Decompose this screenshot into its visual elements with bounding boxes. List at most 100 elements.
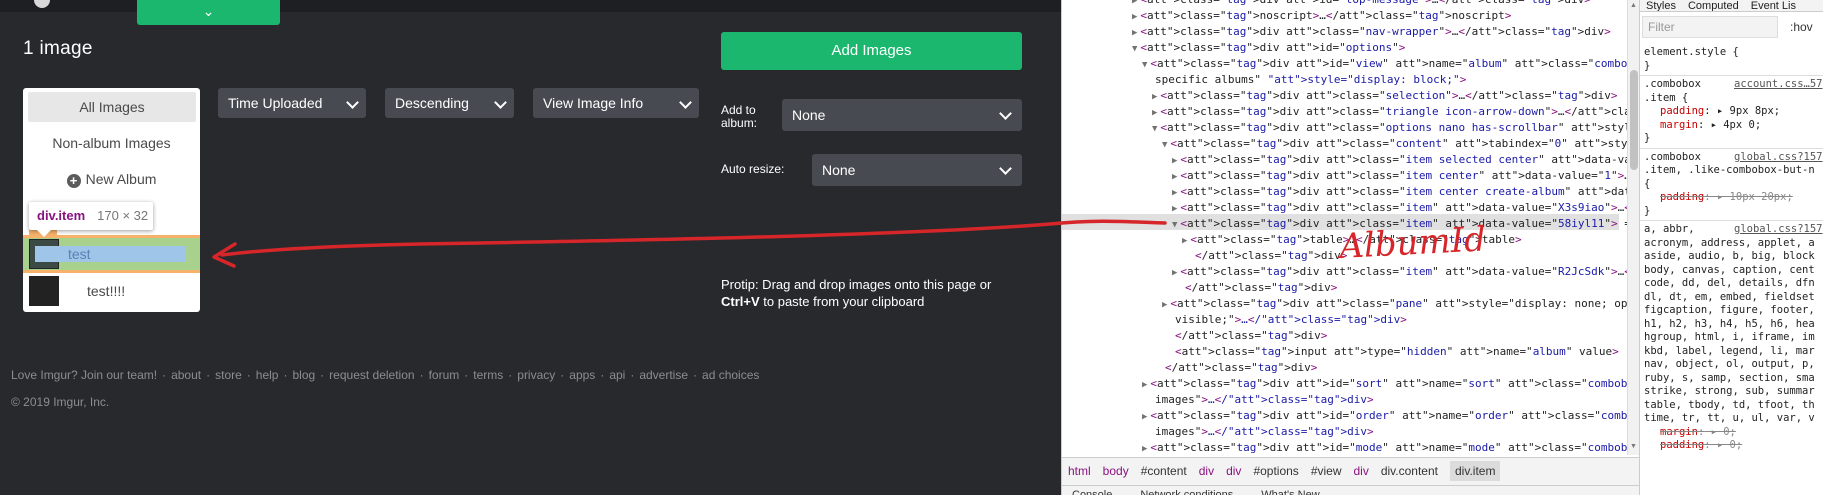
- css-value[interactable]: ▸ 0;: [1704, 426, 1736, 438]
- dom-node-line[interactable]: specific albums" "att">style="display: b…: [1155, 72, 1466, 88]
- dom-node-line[interactable]: ▶ <att">class="tag">div att">id="order" a…: [1142, 408, 1627, 424]
- styles-tab[interactable]: Computed: [1682, 0, 1745, 11]
- css-property[interactable]: padding: [1660, 191, 1704, 203]
- dom-node-line[interactable]: ▶ <att">class="tag">div att">class="nav-w…: [1132, 24, 1611, 40]
- dom-node-line[interactable]: ▼ <att">class="tag">div att">id="options"…: [1132, 40, 1405, 56]
- expand-triangle-icon[interactable]: ▶: [1142, 444, 1147, 454]
- collapse-triangle-icon[interactable]: ▼: [1132, 44, 1137, 54]
- dom-node-line[interactable]: </att">class="tag">div>: [1165, 360, 1317, 376]
- footer-link[interactable]: apps: [569, 368, 595, 382]
- drawer-tab[interactable]: Network conditions: [1140, 489, 1233, 495]
- drawer-tab[interactable]: Console: [1072, 489, 1112, 495]
- css-property[interactable]: margin: [1660, 426, 1698, 438]
- breadcrumb-item[interactable]: div.item: [1450, 461, 1501, 481]
- dom-node-line[interactable]: ▶ <att">class="tag">div att">class="trian…: [1152, 104, 1627, 120]
- css-value[interactable]: ▸ 9px 8px;: [1711, 105, 1780, 117]
- css-value[interactable]: ▸ 0;: [1711, 439, 1742, 451]
- dom-node-line[interactable]: </att">class="tag">div>: [1195, 248, 1347, 264]
- breadcrumb-item[interactable]: div: [1199, 464, 1214, 478]
- dom-node-line[interactable]: <att">class="tag">input att">type="hidde…: [1175, 344, 1619, 360]
- expand-triangle-icon[interactable]: ▶: [1132, 0, 1137, 6]
- expand-triangle-icon[interactable]: ▶: [1172, 188, 1177, 198]
- add-images-button[interactable]: Add Images: [721, 32, 1022, 70]
- footer-link[interactable]: terms: [473, 368, 503, 382]
- menu-item-all-images[interactable]: All Images: [28, 92, 196, 122]
- footer-link[interactable]: Love Imgur? Join our team!: [11, 368, 157, 382]
- dom-node-line[interactable]: ▶ <att">class="tag">div att">id="mode" at…: [1142, 440, 1627, 455]
- css-property[interactable]: margin: [1660, 119, 1698, 131]
- dom-node-line[interactable]: ▶ <att">class="tag">div att">class="item"…: [1172, 200, 1627, 216]
- breadcrumb-item[interactable]: div.content: [1381, 464, 1438, 478]
- dom-node-line[interactable]: ▶ <att">class="tag">div att">class="pane"…: [1162, 296, 1627, 312]
- footer-link[interactable]: privacy: [517, 368, 555, 382]
- sort-combobox[interactable]: Time Uploaded: [218, 88, 366, 118]
- dom-node-line[interactable]: </att">class="tag">div>: [1185, 280, 1337, 296]
- expand-triangle-icon[interactable]: ▶: [1172, 156, 1177, 166]
- expand-triangle-icon[interactable]: ▶: [1172, 268, 1177, 278]
- order-combobox[interactable]: Descending: [385, 88, 514, 118]
- dom-node-line[interactable]: ▼ <att">class="tag">div att">class="optio…: [1152, 120, 1627, 136]
- footer-link[interactable]: advertise: [639, 368, 688, 382]
- scrollbar-thumb[interactable]: [1630, 70, 1638, 170]
- expand-triangle-icon[interactable]: ▶: [1142, 380, 1147, 390]
- css-value[interactable]: ▸ 4px 0;: [1704, 119, 1762, 131]
- dom-node-line[interactable]: ▼ <att">class="tag">div att">id="view" at…: [1142, 56, 1627, 72]
- styles-tab[interactable]: Styles: [1640, 0, 1682, 11]
- scroll-down-icon[interactable]: ▼: [1630, 443, 1637, 450]
- expand-triangle-icon[interactable]: ▶: [1132, 28, 1137, 38]
- mode-combobox[interactable]: View Image Info: [533, 88, 699, 118]
- dom-node-line[interactable]: ▶ <att">class="tag">div att">class="selec…: [1152, 88, 1617, 104]
- breadcrumb-item[interactable]: #options: [1253, 464, 1298, 478]
- expand-triangle-icon[interactable]: ▶: [1152, 108, 1157, 118]
- menu-item-new-album[interactable]: + New Album: [23, 164, 200, 194]
- expand-triangle-icon[interactable]: ▶: [1172, 172, 1177, 182]
- collapse-triangle-icon[interactable]: ▼: [1142, 60, 1147, 70]
- footer-link[interactable]: about: [171, 368, 201, 382]
- footer-link[interactable]: store: [215, 368, 242, 382]
- dom-node-line[interactable]: ▶ <att">class="tag">noscript>…</att">clas…: [1132, 8, 1511, 24]
- breadcrumb-item[interactable]: body: [1103, 464, 1129, 478]
- footer-link[interactable]: blog: [292, 368, 315, 382]
- expand-triangle-icon[interactable]: ▶: [1152, 92, 1157, 102]
- footer-link[interactable]: request deletion: [329, 368, 414, 382]
- footer-link[interactable]: api: [609, 368, 625, 382]
- dom-node-line[interactable]: visible;">…</"att">class="tag">div>: [1175, 312, 1407, 328]
- collapse-triangle-icon[interactable]: ▼: [1152, 124, 1157, 134]
- dropdown-toggle-button[interactable]: ⌄: [137, 0, 280, 25]
- breadcrumb-item[interactable]: #view: [1311, 464, 1342, 478]
- styles-filter-input[interactable]: Filter: [1642, 16, 1778, 38]
- footer-link[interactable]: forum: [429, 368, 460, 382]
- css-value[interactable]: ▸ 10px 20px;: [1711, 191, 1793, 203]
- hov-toggle[interactable]: :hov: [1790, 20, 1813, 34]
- dom-node-line[interactable]: ▶ <att">class="tag">div att">class="item …: [1172, 152, 1627, 168]
- dom-node-line[interactable]: </att">class="tag">div>: [1175, 328, 1327, 344]
- collapse-triangle-icon[interactable]: ▼: [1162, 140, 1167, 150]
- footer-link[interactable]: ad choices: [702, 368, 759, 382]
- dom-node-line[interactable]: ▶ <att">class="tag">div att">class="item"…: [1172, 264, 1627, 280]
- dom-node-line[interactable]: images">…</"att">class="tag">div>: [1155, 424, 1374, 440]
- expand-triangle-icon[interactable]: ▶: [1172, 204, 1177, 214]
- stylesheet-link[interactable]: account.css…57: [1734, 78, 1823, 91]
- expand-triangle-icon[interactable]: ▶: [1132, 12, 1137, 22]
- scroll-up-icon[interactable]: ▲: [1630, 2, 1637, 9]
- elements-scrollbar[interactable]: ▲ ▼: [1627, 0, 1639, 455]
- dom-node-line[interactable]: ▼ <att">class="tag">div att">class="conte…: [1162, 136, 1627, 152]
- menu-item-album-test[interactable]: test: [23, 235, 200, 273]
- menu-item-non-album-images[interactable]: Non-album Images: [23, 128, 200, 158]
- menu-item-album-test2[interactable]: test!!!!: [23, 274, 200, 309]
- breadcrumb-item[interactable]: div: [1354, 464, 1369, 478]
- dom-node-line[interactable]: ▶<att">class="tag">div att">id="top-mess…: [1132, 0, 1591, 8]
- dom-node-line[interactable]: images">…</"att">class="tag">div>: [1155, 392, 1374, 408]
- dom-node-line[interactable]: ▶ <att">class="tag">div att">class="item …: [1172, 168, 1627, 184]
- dom-node-line[interactable]: ▶ <att">class="tag">table>…</att">class="…: [1182, 232, 1522, 248]
- footer-link[interactable]: help: [256, 368, 279, 382]
- dom-node-line[interactable]: ▼ <att">class="tag">div att">class="item"…: [1172, 216, 1627, 232]
- breadcrumb-item[interactable]: div: [1226, 464, 1241, 478]
- expand-triangle-icon[interactable]: ▶: [1162, 300, 1167, 310]
- expand-triangle-icon[interactable]: ▶: [1142, 412, 1147, 422]
- dom-node-line[interactable]: ▶ <att">class="tag">div att">class="item …: [1172, 184, 1627, 200]
- stylesheet-link[interactable]: global.css?157: [1734, 223, 1823, 236]
- stylesheet-link[interactable]: global.css?157: [1734, 151, 1823, 164]
- drawer-tab[interactable]: What's New: [1261, 489, 1319, 495]
- css-property[interactable]: padding: [1660, 105, 1704, 117]
